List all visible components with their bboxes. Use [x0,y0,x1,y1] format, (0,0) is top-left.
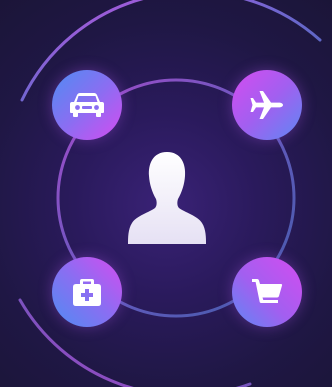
car-button[interactable] [52,70,122,140]
shopping-cart-icon [252,279,283,303]
medical-kit-icon [73,279,101,306]
airplane-button[interactable] [232,70,302,140]
car-icon [70,93,104,117]
shopping-cart-button[interactable] [232,257,302,327]
service-hub [0,0,332,387]
medical-kit-button[interactable] [52,257,122,327]
airplane-icon [250,91,283,119]
user-silhouette-icon [128,152,206,244]
outer-ring-bottom-arc [18,298,252,387]
